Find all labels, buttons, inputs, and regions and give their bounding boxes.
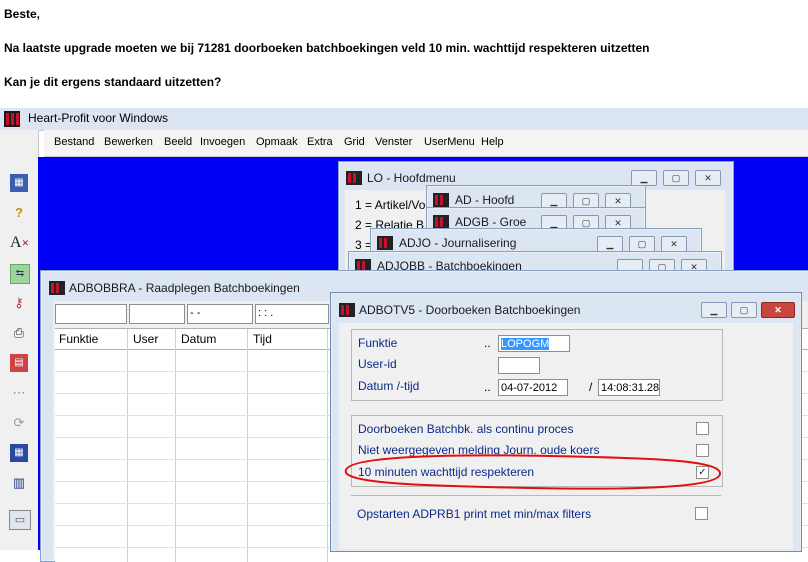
window-title: ADJO - Journalisering (399, 236, 517, 250)
maximize-button[interactable]: ▢ (663, 170, 689, 186)
refresh-icon[interactable]: ⟳ (10, 414, 28, 432)
column-divider (175, 329, 176, 562)
menu-venster[interactable]: Venster (375, 136, 412, 148)
column-divider (247, 329, 248, 562)
email-line-1: Na laatste upgrade moeten we bij 71281 d… (4, 41, 650, 55)
funktie-dots: .. (484, 336, 491, 350)
dots-icon[interactable]: ⋯ (10, 384, 28, 402)
window-title: ADGB - Groe (455, 215, 527, 229)
close-button[interactable]: ✕ (761, 302, 795, 318)
group-divider (351, 495, 721, 496)
menu-extra[interactable]: Extra (307, 136, 333, 148)
window-title: ADBOTV5 - Doorboeken Batchboekingen (359, 303, 581, 317)
menu-beeld[interactable]: Beeld (164, 136, 192, 148)
window-logo-icon (433, 215, 449, 229)
menu-invoegen[interactable]: Invoegen (200, 136, 245, 148)
window-body: Funktie .. LOPOGM User-id Datum /-tijd .… (339, 323, 793, 549)
funktie-value: LOPOGM (501, 338, 550, 350)
calendar-icon[interactable]: ▦ (10, 174, 28, 192)
menu-bestand[interactable]: Bestand (54, 136, 94, 148)
datum-separator: / (589, 380, 593, 394)
menu-opmaak[interactable]: Opmaak (256, 136, 298, 148)
chart-icon[interactable]: ▥ (10, 474, 28, 492)
option-continu-checkbox[interactable] (696, 422, 709, 435)
column-header-funktie[interactable]: Funktie (59, 332, 98, 346)
spellcheck-icon[interactable]: A✕ (10, 234, 29, 252)
close-button[interactable]: ✕ (695, 170, 721, 186)
option-print-label: Opstarten ADPRB1 print met min/max filte… (357, 507, 592, 521)
column-header-user[interactable]: User (133, 332, 158, 346)
printer-icon[interactable]: ⎙ (10, 324, 28, 342)
menu-bewerken[interactable]: Bewerken (104, 136, 153, 148)
userid-label: User-id (358, 357, 397, 371)
filter-funktie[interactable] (55, 304, 127, 324)
datum-field[interactable]: 04-07-2012 (498, 379, 568, 396)
funktie-label: Funktie (358, 336, 398, 350)
filter-user[interactable] (129, 304, 185, 324)
transfer-icon[interactable]: ⇆ (10, 264, 30, 284)
menu-usermenu[interactable]: UserMenu (424, 136, 475, 148)
window-logo-icon (377, 236, 393, 250)
column-divider (127, 329, 128, 562)
datum-dots: .. (484, 380, 491, 394)
window-logo-icon (346, 171, 362, 185)
window-logo-icon (339, 303, 355, 317)
filter-datum[interactable]: - - (187, 304, 253, 324)
window-adbotv5[interactable]: ADBOTV5 - Doorboeken Batchboekingen ▁ ▢ … (330, 292, 802, 552)
minimize-button[interactable]: ▁ (631, 170, 657, 186)
app-logo-icon (4, 111, 20, 127)
window-icon[interactable]: ▭ (9, 510, 31, 530)
option-continu-label: Doorboeken Batchbk. als continu proces (358, 422, 574, 436)
maximize-button[interactable]: ▢ (629, 236, 655, 252)
window-title: LO - Hoofdmenu (367, 171, 456, 185)
funktie-field[interactable]: LOPOGM (498, 335, 570, 352)
column-header-tijd[interactable]: Tijd (253, 332, 272, 346)
menu-item-1[interactable]: 1 = Artikel/Vo (355, 198, 425, 212)
maximize-button[interactable]: ▢ (731, 302, 757, 318)
window-title: AD - Hoofd (455, 193, 515, 207)
window-logo-icon (49, 281, 65, 295)
left-toolbar: ▦ ? A✕ ⇆ ⚷ ⎙ ▤ ⋯ ⟳ ▦ ▥ ▭ (0, 130, 39, 550)
datum-tijd-label: Datum /-tijd (358, 379, 420, 393)
close-button[interactable]: ✕ (661, 236, 687, 252)
window-title: ADBOBBRA - Raadplegen Batchboekingen (69, 281, 300, 295)
menu-grid[interactable]: Grid (344, 136, 365, 148)
report-icon[interactable]: ▤ (10, 354, 28, 372)
minimize-button[interactable]: ▁ (701, 302, 727, 318)
key-icon[interactable]: ⚷ (10, 294, 28, 312)
userid-field[interactable] (498, 357, 540, 374)
window-logo-icon (433, 193, 449, 207)
menu-help[interactable]: Help (481, 136, 504, 148)
filter-tijd[interactable]: : : . (255, 304, 329, 324)
menu-bar: Bestand Bewerken Beeld Invoegen Opmaak E… (44, 130, 808, 157)
help-icon[interactable]: ? (10, 204, 28, 222)
option-print-checkbox[interactable] (695, 507, 708, 520)
calendar-lock-icon[interactable]: ▦ (10, 444, 28, 462)
column-divider (327, 329, 328, 562)
minimize-button[interactable]: ▁ (597, 236, 623, 252)
selection-group: Funktie .. LOPOGM User-id Datum /-tijd .… (351, 329, 723, 401)
red-highlight-ellipse (344, 454, 721, 490)
email-greeting: Beste, (4, 7, 41, 21)
app-title: Heart-Profit voor Windows (28, 111, 169, 125)
column-header-datum[interactable]: Datum (181, 332, 216, 346)
tijd-field[interactable]: 14:08:31.28 (598, 379, 660, 396)
email-line-2: Kan je dit ergens standaard uitzetten? (4, 75, 222, 89)
